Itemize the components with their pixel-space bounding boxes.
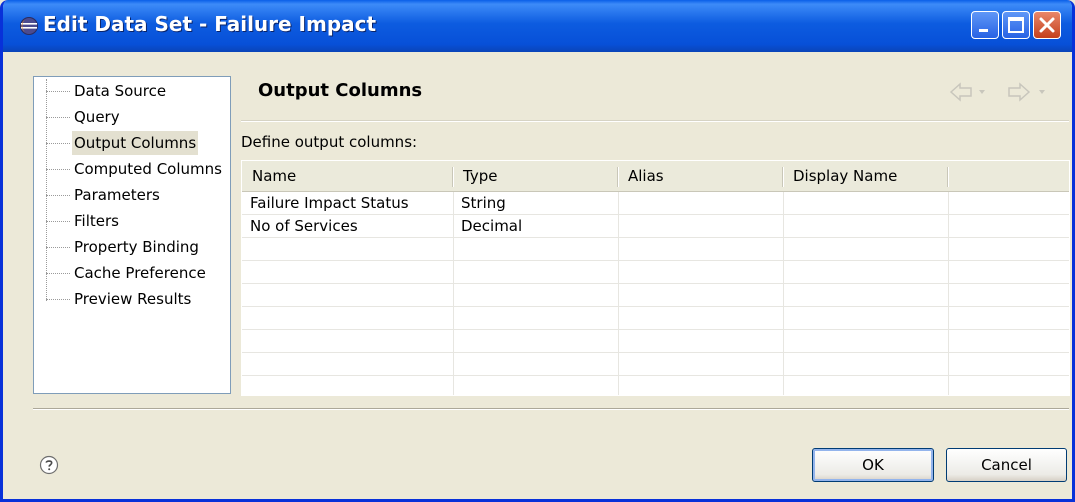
cell-type: String [461, 194, 506, 212]
nav-item-data-source[interactable]: Data Source [34, 79, 230, 103]
cell-name: Failure Impact Status [250, 194, 409, 212]
nav-item-label: Query [74, 108, 120, 126]
tree-connector [46, 195, 70, 196]
nav-item-preview-results[interactable]: Preview Results [34, 287, 230, 311]
column-header-type[interactable]: Type [453, 161, 618, 191]
nav-item-parameters[interactable]: Parameters [34, 183, 230, 207]
help-icon[interactable] [39, 455, 59, 475]
table-body: Failure Impact Status String No of Servi… [242, 192, 1069, 395]
title-bar[interactable]: Edit Data Set - Failure Impact [3, 0, 1072, 52]
column-divider[interactable] [947, 167, 949, 187]
nav-item-label: Computed Columns [74, 160, 222, 178]
maximize-icon [1008, 17, 1024, 33]
cell-name: No of Services [250, 217, 358, 235]
output-columns-table: Name Type Alias Display Name Failure Imp… [241, 160, 1070, 396]
empty-table-row [242, 261, 1069, 284]
nav-item-cache-preference[interactable]: Cache Preference [34, 261, 230, 285]
table-header: Name Type Alias Display Name [242, 161, 1069, 192]
close-icon [1039, 17, 1055, 33]
nav-item-label: Cache Preference [74, 264, 206, 282]
column-header-alias[interactable]: Alias [618, 161, 783, 191]
page-title: Output Columns [258, 80, 423, 101]
close-button[interactable] [1033, 11, 1061, 39]
tree-connector [46, 143, 70, 144]
empty-table-row [242, 376, 1069, 395]
nav-item-label: Preview Results [74, 290, 192, 308]
define-columns-label: Define output columns: [241, 133, 418, 151]
column-header-display-name[interactable]: Display Name [783, 161, 948, 191]
cell-alias [618, 215, 783, 238]
back-arrow-icon[interactable] [947, 80, 1057, 104]
table-row[interactable]: Failure Impact Status String [242, 192, 1069, 215]
nav-item-computed-columns[interactable]: Computed Columns [34, 157, 230, 181]
nav-item-query[interactable]: Query [34, 105, 230, 129]
empty-table-row [242, 353, 1069, 376]
nav-tree: Data Source Query Output Columns Compute… [33, 76, 231, 394]
nav-item-label: Filters [74, 212, 119, 230]
empty-table-row [242, 307, 1069, 330]
cell-display-name [783, 215, 948, 238]
window-title: Edit Data Set - Failure Impact [43, 12, 377, 36]
eclipse-icon [20, 17, 38, 35]
empty-table-row [242, 284, 1069, 307]
cancel-button[interactable]: Cancel [946, 448, 1067, 482]
minimize-icon [979, 29, 988, 32]
nav-item-property-binding[interactable]: Property Binding [34, 235, 230, 259]
column-header-name[interactable]: Name [242, 161, 453, 191]
tree-connector [46, 221, 70, 222]
nav-item-label: Output Columns [72, 131, 199, 155]
tree-connector [46, 91, 70, 92]
history-navigation [947, 80, 1057, 104]
empty-table-row [242, 238, 1069, 261]
tree-connector [46, 299, 70, 300]
header-separator [241, 120, 1069, 122]
edit-data-set-dialog: Edit Data Set - Failure Impact Data Sour… [0, 0, 1075, 502]
cell-display-name [783, 192, 948, 215]
tree-connector [46, 169, 70, 170]
button-bar-separator [33, 408, 1069, 410]
nav-item-label: Parameters [74, 186, 160, 204]
tree-connector [46, 273, 70, 274]
ok-button[interactable]: OK [812, 448, 934, 482]
maximize-button[interactable] [1002, 11, 1030, 39]
nav-item-label: Data Source [74, 82, 167, 100]
nav-item-output-columns[interactable]: Output Columns [34, 131, 230, 155]
tree-connector [46, 247, 70, 248]
cell-alias [618, 192, 783, 215]
empty-table-row [242, 330, 1069, 353]
nav-item-filters[interactable]: Filters [34, 209, 230, 233]
tree-connector [46, 117, 70, 118]
nav-item-label: Property Binding [74, 238, 199, 256]
cell-type: Decimal [461, 217, 523, 235]
minimize-button[interactable] [971, 11, 999, 39]
table-row[interactable]: No of Services Decimal [242, 215, 1069, 238]
